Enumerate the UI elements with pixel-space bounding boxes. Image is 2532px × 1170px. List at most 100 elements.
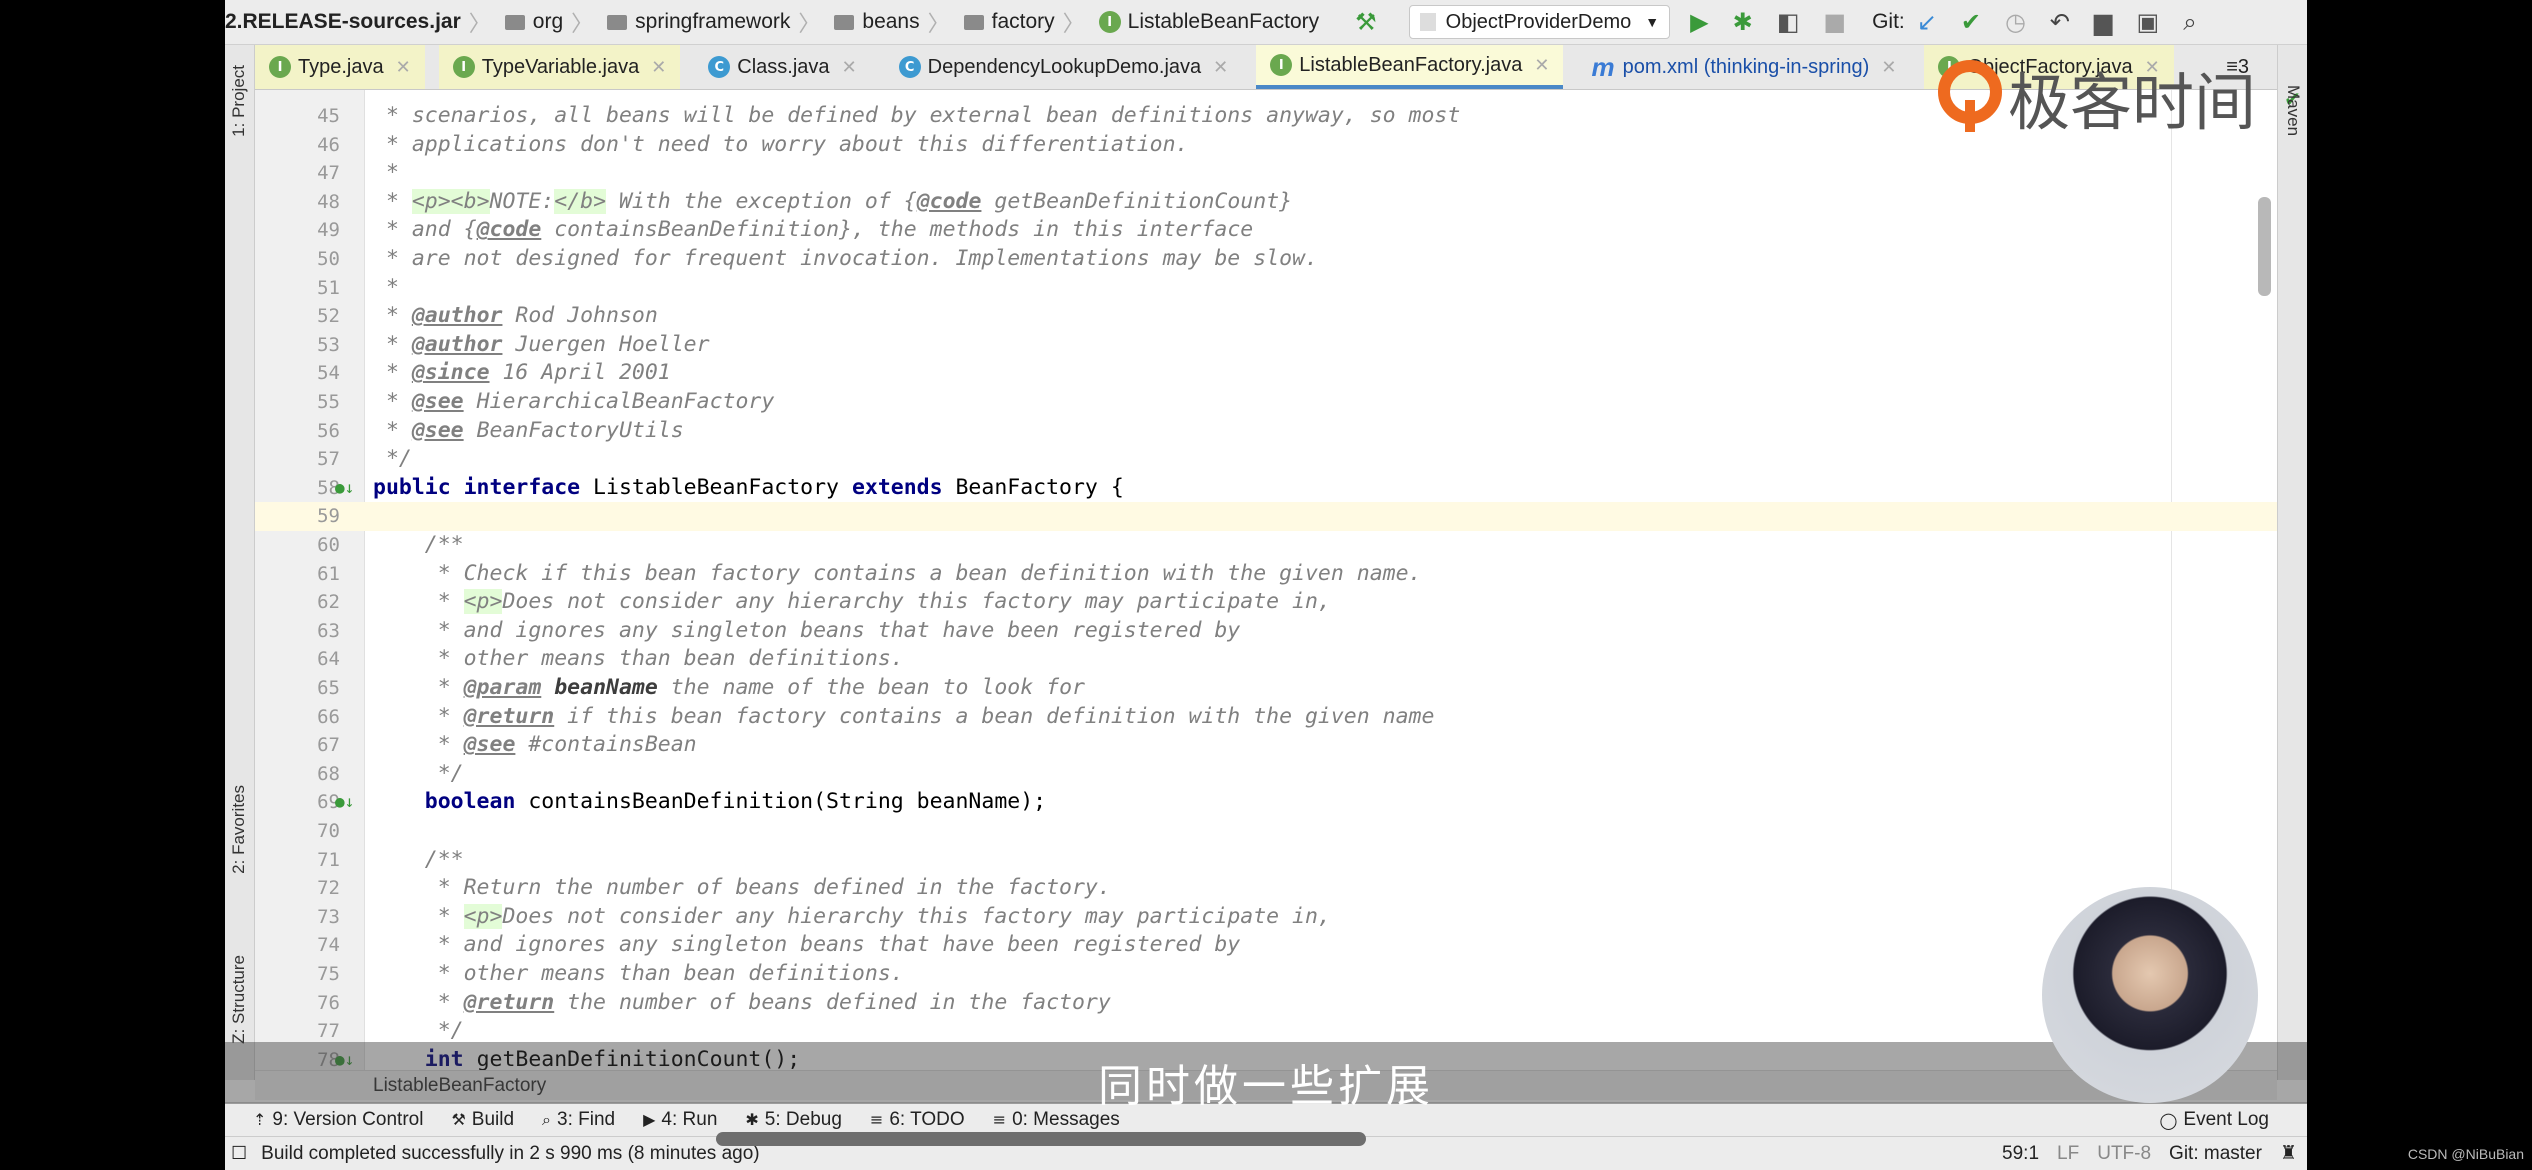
file-encoding[interactable]: UTF-8: [2097, 1143, 2151, 1165]
line-number: 63: [317, 619, 340, 642]
code-line: 61 * Check if this bean factory contains…: [317, 560, 2277, 589]
code-line: 52 * @author Rod Johnson: [317, 302, 2277, 331]
line-number: 68: [317, 762, 340, 785]
breadcrumb-separator: 〉: [798, 11, 821, 36]
tab-label: DependencyLookupDemo.java: [927, 55, 1202, 78]
code-token: the number of beans defined in the facto…: [554, 989, 1111, 1015]
git-rollback-icon[interactable]: ↶: [2050, 8, 2070, 36]
run-config-select[interactable]: ObjectProviderDemo ▼: [1408, 5, 1671, 39]
tab-label: TypeVariable.java: [481, 55, 640, 78]
line-number: 56: [317, 419, 340, 442]
interface-icon: I: [1098, 11, 1121, 33]
caret-position[interactable]: 59:1: [2002, 1143, 2039, 1165]
breadcrumb-item[interactable]: I ListableBeanFactory: [1098, 10, 1319, 34]
close-icon[interactable]: ✕: [842, 57, 857, 78]
code-token: *: [373, 160, 399, 186]
maven-tool-button[interactable]: Maven: [2283, 85, 2303, 136]
tab-listablebeanfactory[interactable]: I ListableBeanFactory.java ✕: [1256, 45, 1564, 89]
code-token: @see: [411, 417, 464, 443]
breadcrumb-item[interactable]: org 〉: [504, 6, 601, 38]
project-structure-icon[interactable]: ▆: [2094, 8, 2112, 36]
tab-class[interactable]: C Class.java ✕: [694, 45, 871, 89]
code-line: 59: [255, 502, 2277, 531]
inspector-icon[interactable]: ♜: [2280, 1142, 2297, 1165]
code-token: containsBeanDefinition}, the methods in …: [541, 217, 1254, 243]
breadcrumb-label: org: [532, 10, 564, 33]
code-token: *: [373, 989, 464, 1015]
code-token: <p>: [463, 903, 503, 929]
debug-icon[interactable]: ✱: [1733, 8, 1753, 36]
close-icon[interactable]: ✕: [1881, 57, 1896, 78]
close-icon[interactable]: ✕: [396, 57, 411, 78]
tab-label: ListableBeanFactory.java: [1299, 53, 1523, 76]
code-token: * and ignores any singleton beans that h…: [373, 932, 1241, 958]
code-token: *: [373, 303, 412, 329]
git-history-icon[interactable]: ◷: [2005, 8, 2026, 36]
code-token: * and ignores any singleton beans that h…: [373, 617, 1241, 643]
line-number: 45: [317, 105, 340, 127]
code-token: */: [373, 760, 464, 786]
breadcrumb-item[interactable]: springframework 〉: [607, 6, 828, 38]
breadcrumb: 2.RELEASE-sources.jar 〉 org 〉 springframewor…: [225, 6, 1325, 38]
horizontal-scrollbar[interactable]: [716, 1132, 1366, 1146]
breadcrumb-item[interactable]: factory 〉: [963, 6, 1093, 38]
geektime-logo: 极客时间: [1938, 52, 2256, 142]
close-icon[interactable]: ✕: [1213, 57, 1228, 78]
close-icon[interactable]: ✕: [1534, 55, 1549, 76]
line-number: 66: [317, 705, 340, 728]
tab-pom[interactable]: m pom.xml (thinking-in-spring) ✕: [1577, 45, 1911, 89]
right-tool-strip: ✔ Maven: [2277, 45, 2307, 1080]
code-line: 50 * are not designed for frequent invoc…: [317, 245, 2277, 274]
tab-typevariable[interactable]: I TypeVariable.java ✕: [438, 45, 681, 89]
run-icon[interactable]: ▶: [1690, 8, 1708, 36]
code-token: @param: [463, 675, 542, 700]
code-token: public interface: [373, 474, 581, 500]
code-line: 55 * @see HierarchicalBeanFactory: [317, 388, 2277, 417]
git-commit-icon[interactable]: ✔: [1961, 8, 1981, 36]
tab-dependencylookupdemo[interactable]: C DependencyLookupDemo.java ✕: [884, 45, 1243, 89]
stop-icon[interactable]: ■: [1823, 8, 1846, 36]
status-message: Build completed successfully in 2 s 990 …: [261, 1142, 760, 1164]
code-token: */: [373, 1018, 464, 1044]
tab-label: Class.java: [737, 55, 830, 78]
code-line: 48 * <p><b>NOTE:</b> With the exception …: [317, 188, 2277, 217]
code-line: 57 */: [317, 445, 2277, 474]
coverage-icon[interactable]: ◧: [1777, 8, 1800, 36]
implemented-marker-icon[interactable]: ●↓: [335, 474, 354, 503]
class-icon: C: [898, 56, 921, 78]
breadcrumb-separator: 〉: [927, 11, 950, 36]
git-branch[interactable]: Git: master: [2169, 1143, 2262, 1165]
terminal-window-icon[interactable]: ▣: [2137, 8, 2160, 36]
code-token: * other means than bean definitions.: [373, 646, 904, 672]
vertical-scrollbar[interactable]: [2258, 197, 2271, 296]
line-number: 64: [317, 648, 340, 671]
tab-type[interactable]: I Type.java ✕: [255, 45, 425, 89]
interface-icon: I: [1270, 54, 1293, 76]
code-token: beanName: [554, 675, 658, 700]
line-number: 49: [317, 219, 340, 242]
code-line: 58 ●↓ public interface ListableBeanFactory…: [317, 474, 2277, 503]
code-editor[interactable]: 45 * scenarios, all beans will be define…: [255, 90, 2277, 1080]
code-token: <p><b>: [411, 188, 490, 214]
search-icon[interactable]: ⌕: [2183, 8, 2196, 36]
close-icon[interactable]: ✕: [651, 57, 666, 78]
line-number: 76: [317, 991, 340, 1014]
implemented-marker-icon[interactable]: ●↓: [335, 788, 354, 817]
code-line: 74 * and ignores any singleton beans tha…: [317, 931, 2277, 960]
code-line: 69 ●↓ boolean containsBeanDefinition(Stri…: [317, 788, 2277, 817]
build-hammer-icon[interactable]: ⚒: [1355, 8, 1377, 36]
code-token: @see: [463, 732, 516, 758]
tool-windows-toggle-icon[interactable]: ☐: [231, 1143, 247, 1164]
code-token: /**: [373, 532, 464, 557]
breadcrumb-item[interactable]: beans 〉: [834, 6, 957, 38]
line-separator[interactable]: LF: [2057, 1143, 2079, 1165]
code-token: @author: [411, 331, 503, 357]
breadcrumb-item[interactable]: 2.RELEASE-sources.jar 〉: [225, 6, 499, 38]
code-line: 70: [317, 817, 2277, 846]
git-update-icon[interactable]: ↙: [1917, 8, 1937, 36]
logo-text: 极客时间: [2008, 66, 2257, 139]
code-token: containsBeanDefinition(String beanName);: [515, 789, 1047, 815]
folder-icon: [607, 14, 628, 30]
run-config-label: ObjectProviderDemo: [1445, 10, 1632, 33]
